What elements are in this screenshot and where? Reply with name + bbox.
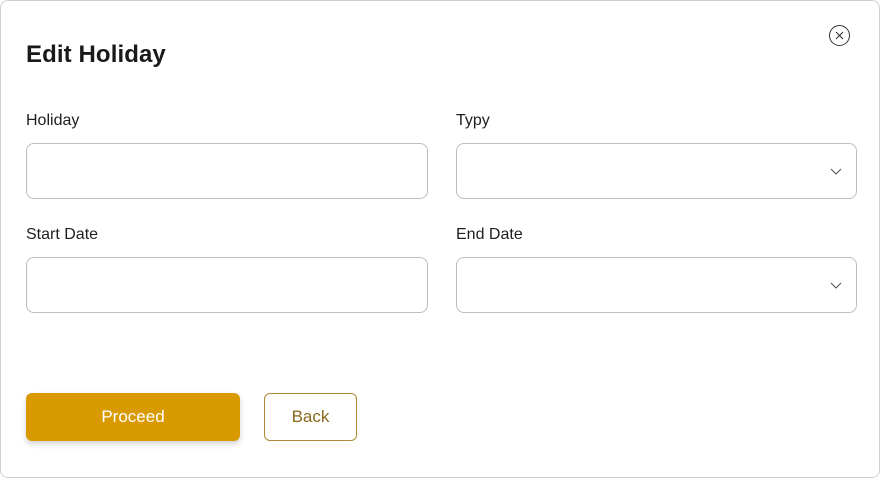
holiday-label: Holiday	[26, 112, 80, 129]
modal-title: Edit Holiday	[26, 41, 166, 68]
chevron-down-icon	[830, 168, 842, 175]
close-button[interactable]	[829, 25, 850, 46]
end-date-label: End Date	[456, 226, 523, 243]
close-icon	[835, 31, 844, 40]
type-select[interactable]	[456, 143, 857, 199]
proceed-button[interactable]: Proceed	[26, 393, 240, 441]
edit-holiday-modal: Edit Holiday Holiday Typy Start Date End…	[0, 0, 880, 478]
start-date-input[interactable]	[27, 258, 427, 312]
start-date-field-wrapper	[26, 257, 428, 313]
holiday-input[interactable]	[27, 144, 427, 198]
type-label: Typy	[456, 112, 490, 129]
back-button[interactable]: Back	[264, 393, 357, 441]
end-date-select[interactable]	[456, 257, 857, 313]
start-date-label: Start Date	[26, 226, 99, 243]
chevron-down-icon	[830, 282, 842, 289]
holiday-field-wrapper	[26, 143, 428, 199]
